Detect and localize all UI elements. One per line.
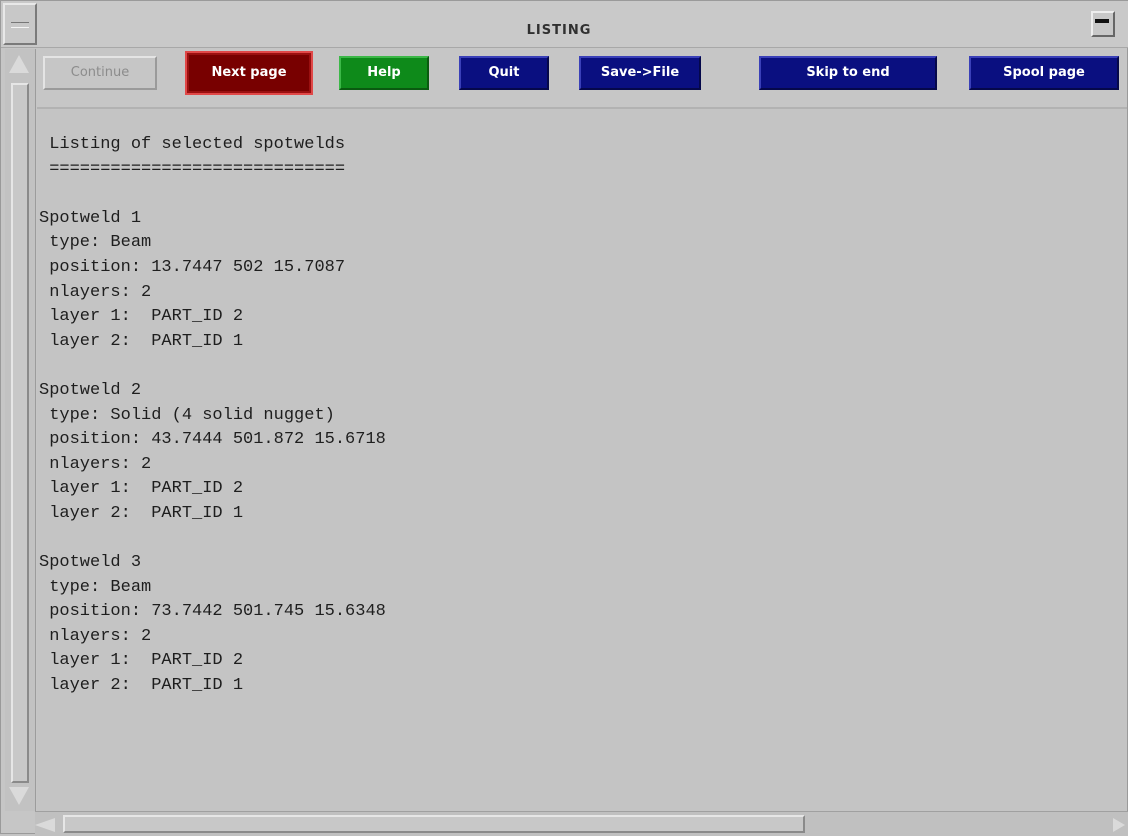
listing-text: Listing of selected spotwelds ==========…: [39, 133, 386, 699]
listing-line: type: Beam: [39, 577, 152, 597]
arrow-right-icon[interactable]: [1113, 818, 1125, 832]
system-menu-bar: [11, 22, 29, 28]
next-page-button[interactable]: Next page: [185, 51, 313, 95]
listing-line: layer 1: PART_ID 2: [39, 307, 244, 327]
arrow-left-icon[interactable]: [35, 818, 55, 832]
listing-line: position: 43.7444 501.872 15.6718: [39, 430, 386, 450]
arrow-up-icon[interactable]: [9, 55, 29, 73]
save-to-file-button[interactable]: Save->File: [579, 56, 701, 90]
listing-line: layer 2: PART_ID 1: [39, 503, 244, 523]
listing-line: layer 1: PART_ID 2: [39, 479, 244, 499]
listing-line: position: 73.7442 501.745 15.6348: [39, 602, 386, 622]
listing-line: type: Solid (4 solid nugget): [39, 405, 335, 425]
vertical-scrollbar[interactable]: [5, 49, 36, 811]
minimize-icon[interactable]: [1091, 11, 1115, 37]
listing-line: layer 2: PART_ID 1: [39, 331, 244, 351]
horizontal-scroll-thumb[interactable]: [63, 815, 805, 833]
continue-button[interactable]: Continue: [43, 56, 157, 90]
listing-line: layer 2: PART_ID 1: [39, 676, 244, 696]
horizontal-scrollbar[interactable]: [35, 811, 1128, 836]
listing-line: layer 1: PART_ID 2: [39, 651, 244, 671]
listing-line: Spotweld 2: [39, 380, 142, 400]
arrow-down-icon[interactable]: [9, 787, 29, 805]
system-menu-icon[interactable]: [3, 3, 37, 45]
window-title: LISTING: [526, 23, 592, 38]
help-button[interactable]: Help: [339, 56, 429, 90]
listing-window: LISTING Continue Next page Help Quit Sav…: [0, 0, 1128, 836]
quit-button[interactable]: Quit: [459, 56, 549, 90]
title-bar[interactable]: LISTING: [1, 1, 1128, 48]
minimize-dash: [1095, 19, 1109, 23]
listing-line: type: Beam: [39, 233, 152, 253]
listing-line: position: 13.7447 502 15.7087: [39, 257, 346, 277]
listing-line: nlayers: 2: [39, 282, 152, 302]
spool-page-button[interactable]: Spool page: [969, 56, 1119, 90]
listing-line: Spotweld 3: [39, 553, 142, 573]
vertical-scroll-thumb[interactable]: [11, 83, 29, 783]
listing-line: nlayers: 2: [39, 454, 152, 474]
skip-to-end-button[interactable]: Skip to end: [759, 56, 937, 90]
listing-line: Spotweld 1: [39, 208, 142, 228]
listing-line: Listing of selected spotwelds: [39, 135, 346, 154]
listing-line: =============================: [39, 159, 346, 179]
listing-area: Listing of selected spotwelds ==========…: [37, 107, 1127, 811]
toolbar: Continue Next page Help Quit Save->File …: [37, 49, 1128, 103]
listing-line: nlayers: 2: [39, 626, 152, 646]
